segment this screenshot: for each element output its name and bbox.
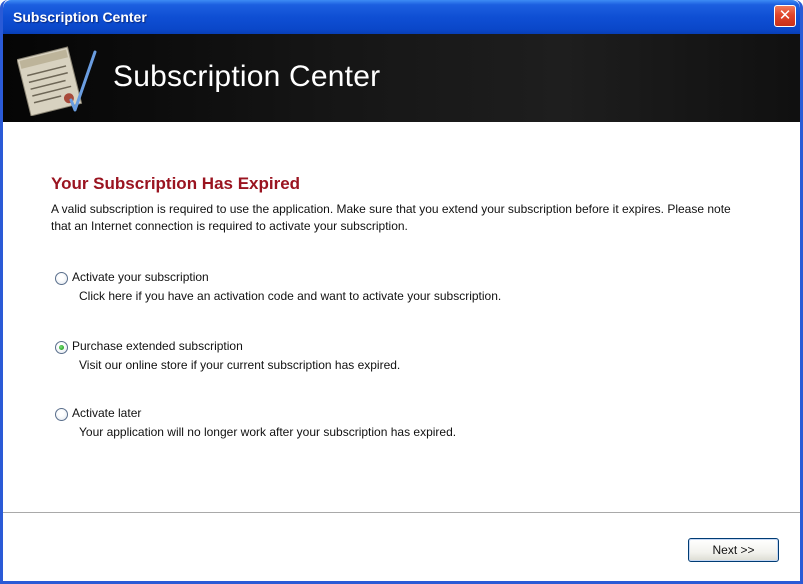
next-button[interactable]: Next >> [688,538,779,562]
option-label[interactable]: Activate your subscription [72,270,209,284]
page-title: Your Subscription Has Expired [51,174,301,193]
option-description: Visit our online store if your current s… [79,358,401,372]
header-banner: Subscription Center [3,34,800,122]
radio-activate-subscription[interactable] [55,272,68,285]
radio-selected-dot [59,345,64,350]
footer-divider [3,512,800,513]
close-icon: ✕ [778,7,792,24]
radio-purchase-extended[interactable] [55,341,68,354]
content-area: Your Subscription Has Expired A valid su… [3,122,800,512]
option-label[interactable]: Purchase extended subscription [72,339,243,353]
close-button[interactable]: ✕ [774,5,796,27]
title-bar[interactable]: Subscription Center ✕ [3,0,800,34]
document-check-icon [17,46,97,116]
subscription-center-window: Subscription Center ✕ Subscription Cente… [0,0,803,584]
banner-title: Subscription Center [113,60,381,93]
option-description: Click here if you have an activation cod… [79,289,502,303]
radio-activate-later[interactable] [55,408,68,421]
window-title: Subscription Center [13,9,147,25]
option-label[interactable]: Activate later [72,406,141,420]
intro-text: A valid subscription is required to use … [51,202,731,233]
option-description: Your application will no longer work aft… [79,425,457,439]
